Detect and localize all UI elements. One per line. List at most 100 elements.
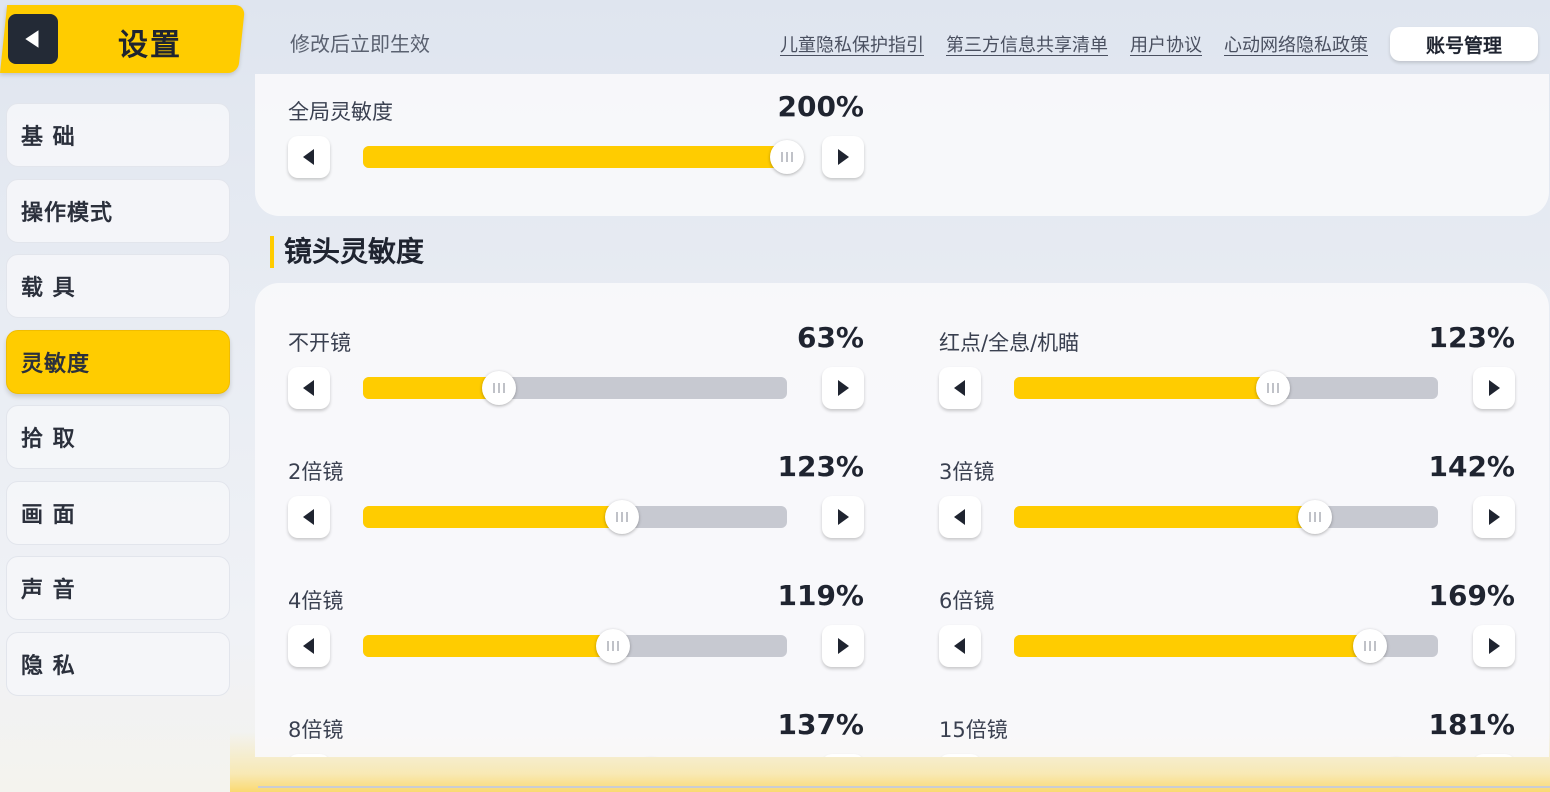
slider-track[interactable] xyxy=(363,371,787,405)
right-triangle-icon xyxy=(838,380,849,396)
slider-red-dot: 红点/全息/机瞄 123% xyxy=(939,321,1515,437)
left-triangle-icon xyxy=(954,380,965,396)
right-triangle-icon xyxy=(838,509,849,525)
slider-fill xyxy=(1014,635,1371,657)
slider-value: 137% xyxy=(777,708,864,741)
slider-label: 8倍镜 xyxy=(288,718,344,742)
link-third-party-list[interactable]: 第三方信息共享清单 xyxy=(946,31,1108,57)
slider-label: 全局灵敏度 xyxy=(288,100,393,124)
slider-thumb[interactable] xyxy=(596,629,631,663)
slider-thumb[interactable] xyxy=(1298,500,1333,534)
slider-thumb[interactable] xyxy=(604,500,639,534)
camera-sensitivity-panel: 不开镜 63% 红点/全息/机瞄 123% 2倍镜 123% 3倍镜 142% 4倍镜 119% 6… xyxy=(255,283,1549,757)
left-triangle-icon xyxy=(303,638,314,654)
increase-button[interactable] xyxy=(1473,625,1515,667)
sidebar-item-control-mode[interactable]: 操作模式 xyxy=(6,178,230,243)
increase-button[interactable] xyxy=(822,367,864,409)
slider-value: 200% xyxy=(777,90,864,123)
increase-button[interactable] xyxy=(822,754,864,757)
decrease-button[interactable] xyxy=(939,367,981,409)
sidebar-item-privacy[interactable]: 隐 私 xyxy=(6,631,230,696)
left-triangle-icon xyxy=(303,509,314,525)
link-child-privacy[interactable]: 儿童隐私保护指引 xyxy=(780,31,924,57)
sidebar-item-graphics[interactable]: 画 面 xyxy=(6,480,230,545)
decrease-button[interactable] xyxy=(288,496,330,538)
increase-button[interactable] xyxy=(1473,367,1515,409)
page-title: 设置 xyxy=(118,28,182,63)
left-triangle-icon xyxy=(954,509,965,525)
slider-track[interactable] xyxy=(363,140,804,174)
slider-4x-scope: 4倍镜 119% xyxy=(288,579,864,695)
slider-label: 2倍镜 xyxy=(288,460,344,484)
slider-value: 63% xyxy=(796,321,864,354)
slider-label: 3倍镜 xyxy=(939,460,995,484)
sidebar-item-basic[interactable]: 基 础 xyxy=(6,103,230,167)
slider-15x-scope: 15倍镜 181% xyxy=(939,708,1515,757)
slider-label: 不开镜 xyxy=(288,331,351,355)
decrease-button[interactable] xyxy=(288,136,330,178)
right-triangle-icon xyxy=(838,638,849,654)
sidebar-item-sensitivity[interactable]: 灵敏度 xyxy=(6,329,230,394)
slider-3x-scope: 3倍镜 142% xyxy=(939,450,1515,566)
decrease-button[interactable] xyxy=(288,367,330,409)
right-triangle-icon xyxy=(1489,509,1500,525)
sidebar-item-pickup[interactable]: 拾 取 xyxy=(6,405,230,469)
slider-label: 红点/全息/机瞄 xyxy=(939,331,1080,355)
increase-button[interactable] xyxy=(822,625,864,667)
slider-track[interactable] xyxy=(1014,371,1438,405)
slider-label: 6倍镜 xyxy=(939,589,995,613)
left-triangle-icon xyxy=(303,380,314,396)
slider-fill xyxy=(363,635,614,657)
increase-button[interactable] xyxy=(1473,496,1515,538)
left-triangle-icon xyxy=(303,149,314,165)
slider-2x-scope: 2倍镜 123% xyxy=(288,450,864,566)
slider-8x-scope: 8倍镜 137% xyxy=(288,708,864,757)
slider-fill xyxy=(363,377,499,399)
sidebar-item-vehicle[interactable]: 载 具 xyxy=(6,254,230,318)
sidebar: 基 础 操作模式 载 具 灵敏度 拾 取 画 面 声 音 隐 私 xyxy=(6,103,230,707)
slider-track[interactable] xyxy=(363,629,787,663)
slider-track[interactable] xyxy=(1014,629,1438,663)
decrease-button[interactable] xyxy=(939,496,981,538)
increase-button[interactable] xyxy=(1473,754,1515,757)
decrease-button[interactable] xyxy=(288,625,330,667)
slider-thumb[interactable] xyxy=(481,371,516,405)
slider-label: 4倍镜 xyxy=(288,589,344,613)
slider-thumb[interactable] xyxy=(770,140,804,174)
slider-value: 181% xyxy=(1428,708,1515,741)
slider-track[interactable] xyxy=(1014,500,1438,534)
slider-value: 123% xyxy=(1428,321,1515,354)
slider-fill xyxy=(363,506,622,528)
link-user-agreement[interactable]: 用户协议 xyxy=(1130,31,1202,57)
header-links: 儿童隐私保护指引 第三方信息共享清单 用户协议 心动网络隐私政策 xyxy=(780,31,1368,57)
slider-label: 15倍镜 xyxy=(939,718,1008,742)
right-triangle-icon xyxy=(838,149,849,165)
global-sensitivity-panel: 全局灵敏度 200% xyxy=(255,74,1549,216)
slider-value: 123% xyxy=(777,450,864,483)
slider-thumb[interactable] xyxy=(1353,629,1388,663)
sidebar-item-sound[interactable]: 声 音 xyxy=(6,556,230,620)
decrease-button[interactable] xyxy=(939,754,981,757)
section-title-camera: 镜头灵敏度 xyxy=(270,236,424,268)
increase-button[interactable] xyxy=(822,496,864,538)
left-triangle-icon xyxy=(954,638,965,654)
slider-fill xyxy=(1014,506,1316,528)
header-hint: 修改后立即生效 xyxy=(290,32,430,56)
link-privacy-policy[interactable]: 心动网络隐私政策 xyxy=(1224,31,1368,57)
account-management-button[interactable]: 账号管理 xyxy=(1390,27,1538,61)
slider-value: 142% xyxy=(1428,450,1515,483)
slider-value: 169% xyxy=(1428,579,1515,612)
divider xyxy=(258,786,1550,788)
decrease-button[interactable] xyxy=(288,754,330,757)
decrease-button[interactable] xyxy=(939,625,981,667)
slider-no-scope: 不开镜 63% xyxy=(288,321,864,437)
slider-track[interactable] xyxy=(363,500,787,534)
slider-global: 全局灵敏度 200% xyxy=(288,90,864,206)
slider-value: 119% xyxy=(777,579,864,612)
slider-6x-scope: 6倍镜 169% xyxy=(939,579,1515,695)
slider-thumb[interactable] xyxy=(1255,371,1290,405)
right-triangle-icon xyxy=(1489,638,1500,654)
slider-fill xyxy=(1014,377,1273,399)
increase-button[interactable] xyxy=(822,136,864,178)
back-button[interactable] xyxy=(8,14,58,64)
